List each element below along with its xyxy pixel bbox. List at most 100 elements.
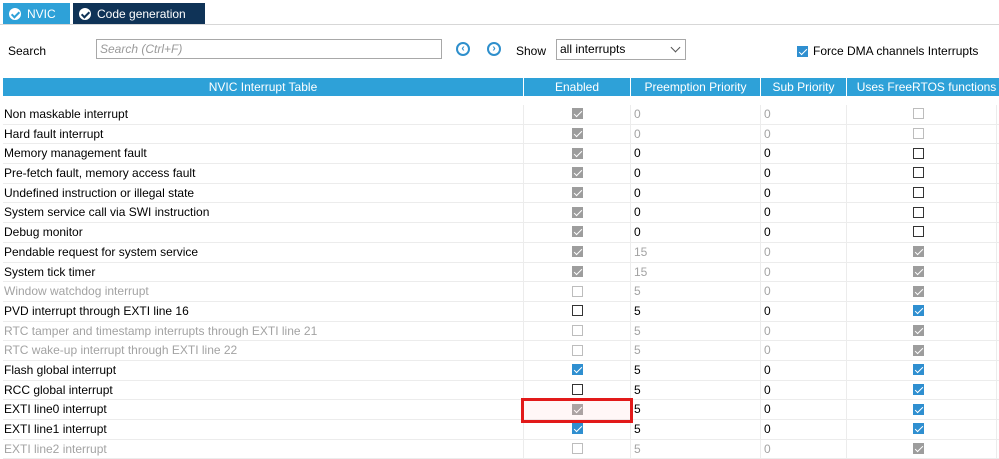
sub-priority-value[interactable]: 0 bbox=[761, 223, 847, 243]
table-row[interactable]: RTC wake-up interrupt through EXTI line … bbox=[3, 341, 999, 361]
table-row[interactable]: Window watchdog interrupt 5 0 bbox=[3, 282, 999, 302]
table-row[interactable]: PVD interrupt through EXTI line 16 5 0 bbox=[3, 301, 999, 322]
table-row[interactable]: Memory management fault 0 0 bbox=[3, 144, 999, 165]
tab-nvic[interactable]: NVIC bbox=[3, 3, 70, 24]
sub-priority-value[interactable]: 0 bbox=[761, 183, 847, 203]
sub-priority-value[interactable]: 0 bbox=[761, 301, 847, 321]
table-row[interactable]: Debug monitor 0 0 bbox=[3, 223, 999, 243]
preemption-priority-value[interactable]: 0 bbox=[631, 144, 761, 164]
table-row[interactable]: Undefined instruction or illegal state 0 0 bbox=[3, 183, 999, 204]
interrupt-name: Undefined instruction or illegal state bbox=[3, 183, 524, 203]
preemption-priority-value[interactable]: 5 bbox=[631, 360, 761, 380]
freertos-checkbox[interactable] bbox=[913, 206, 924, 218]
table-row[interactable]: Pre-fetch fault, memory access fault 0 0 bbox=[3, 164, 999, 184]
freertos-cell bbox=[847, 321, 997, 341]
sub-priority-value: 0 bbox=[761, 282, 847, 302]
interrupt-name: RTC tamper and timestamp interrupts thro… bbox=[3, 321, 524, 341]
sub-priority-value[interactable]: 0 bbox=[761, 360, 847, 380]
freertos-checkbox[interactable] bbox=[913, 167, 924, 179]
preemption-priority-value: 15 bbox=[631, 262, 761, 282]
freertos-cell bbox=[847, 341, 997, 361]
enabled-checkbox[interactable] bbox=[571, 383, 583, 395]
enabled-checkbox bbox=[571, 344, 583, 356]
table-row[interactable]: EXTI line2 interrupt 5 0 bbox=[3, 439, 999, 459]
table-row[interactable]: Non maskable interrupt 0 0 bbox=[3, 105, 999, 125]
column-header-uses-freertos[interactable]: Uses FreeRTOS functions bbox=[847, 78, 999, 96]
preemption-priority-value[interactable]: 0 bbox=[631, 183, 761, 203]
show-label: Show bbox=[516, 44, 547, 58]
preemption-priority-value: 5 bbox=[631, 341, 761, 361]
interrupt-name: Debug monitor bbox=[3, 223, 524, 243]
show-filter-value: all interrupts bbox=[560, 42, 626, 56]
preemption-priority-value[interactable]: 0 bbox=[631, 203, 761, 223]
preemption-priority-value[interactable]: 0 bbox=[631, 223, 761, 243]
freertos-checkbox bbox=[913, 443, 924, 455]
sub-priority-value: 0 bbox=[761, 262, 847, 282]
enabled-checkbox[interactable] bbox=[571, 305, 583, 317]
sub-priority-value[interactable]: 0 bbox=[761, 400, 847, 420]
tab-code-generation[interactable]: Code generation bbox=[73, 3, 205, 24]
freertos-cell bbox=[847, 242, 997, 262]
table-row[interactable]: System tick timer 15 0 bbox=[3, 262, 999, 283]
force-dma-checkbox[interactable] bbox=[797, 45, 808, 57]
table-row[interactable]: RTC tamper and timestamp interrupts thro… bbox=[3, 321, 999, 342]
freertos-cell bbox=[847, 262, 997, 282]
preemption-priority-value[interactable]: 5 bbox=[631, 301, 761, 321]
preemption-priority-value[interactable]: 5 bbox=[631, 380, 761, 400]
freertos-checkbox bbox=[913, 265, 924, 277]
freertos-checkbox[interactable] bbox=[913, 364, 924, 376]
table-row[interactable]: System service call via SWI instruction 0… bbox=[3, 203, 999, 224]
preemption-priority-value: 0 bbox=[631, 105, 761, 124]
table-row[interactable]: Hard fault interrupt 0 0 bbox=[3, 124, 999, 145]
freertos-checkbox[interactable] bbox=[913, 226, 924, 238]
enabled-cell bbox=[524, 282, 631, 302]
freertos-cell bbox=[847, 223, 997, 243]
freertos-checkbox[interactable] bbox=[913, 187, 924, 199]
enabled-checkbox bbox=[571, 285, 583, 297]
sub-priority-value: 0 bbox=[761, 105, 847, 124]
enabled-cell bbox=[524, 341, 631, 361]
sub-priority-value[interactable]: 0 bbox=[761, 420, 847, 439]
table-row[interactable]: Pendable request for system service 15 0 bbox=[3, 242, 999, 263]
preemption-priority-value[interactable]: 0 bbox=[631, 164, 761, 184]
column-header-interrupt[interactable]: NVIC Interrupt Table bbox=[3, 78, 524, 96]
enabled-checkbox[interactable] bbox=[571, 423, 583, 435]
freertos-checkbox[interactable] bbox=[913, 147, 924, 159]
freertos-cell bbox=[847, 203, 997, 223]
freertos-checkbox bbox=[913, 108, 924, 120]
interrupt-name: EXTI line1 interrupt bbox=[3, 420, 524, 439]
freertos-cell bbox=[847, 124, 997, 144]
freertos-checkbox[interactable] bbox=[913, 383, 924, 395]
column-header-preemption-priority[interactable]: Preemption Priority bbox=[631, 78, 761, 96]
freertos-checkbox[interactable] bbox=[913, 305, 924, 317]
preemption-priority-value[interactable]: 5 bbox=[631, 420, 761, 439]
table-row[interactable]: Flash global interrupt 5 0 bbox=[3, 360, 999, 381]
table-row[interactable]: EXTI line0 interrupt 5 0 bbox=[3, 400, 999, 420]
force-dma-toggle[interactable]: Force DMA channels Interrupts bbox=[797, 44, 978, 58]
sub-priority-value: 0 bbox=[761, 321, 847, 341]
enabled-checkbox bbox=[571, 246, 583, 258]
table-row[interactable]: EXTI line1 interrupt 5 0 bbox=[3, 420, 999, 440]
sub-priority-value[interactable]: 0 bbox=[761, 144, 847, 164]
enabled-checkbox bbox=[571, 226, 583, 238]
table-body: Non maskable interrupt 0 0 Hard fault inter… bbox=[3, 105, 999, 459]
preemption-priority-value[interactable]: 5 bbox=[631, 400, 761, 420]
sub-priority-value[interactable]: 0 bbox=[761, 164, 847, 184]
column-header-sub-priority[interactable]: Sub Priority bbox=[761, 78, 847, 96]
show-filter-select[interactable]: all interrupts bbox=[556, 39, 686, 60]
enabled-checkbox[interactable] bbox=[571, 364, 583, 376]
column-header-enabled[interactable]: Enabled bbox=[524, 78, 631, 96]
freertos-cell bbox=[847, 400, 997, 420]
sub-priority-value[interactable]: 0 bbox=[761, 203, 847, 223]
freertos-checkbox[interactable] bbox=[913, 403, 924, 415]
next-match-icon[interactable]: › bbox=[487, 42, 501, 56]
freertos-cell bbox=[847, 380, 997, 400]
previous-match-icon[interactable]: ‹ bbox=[456, 42, 470, 56]
search-input[interactable] bbox=[96, 39, 442, 59]
preemption-priority-value: 0 bbox=[631, 124, 761, 144]
interrupt-name: System tick timer bbox=[3, 262, 524, 282]
table-row[interactable]: RCC global interrupt 5 0 bbox=[3, 380, 999, 401]
freertos-checkbox[interactable] bbox=[913, 423, 924, 435]
sub-priority-value[interactable]: 0 bbox=[761, 380, 847, 400]
sub-priority-value: 0 bbox=[761, 439, 847, 459]
